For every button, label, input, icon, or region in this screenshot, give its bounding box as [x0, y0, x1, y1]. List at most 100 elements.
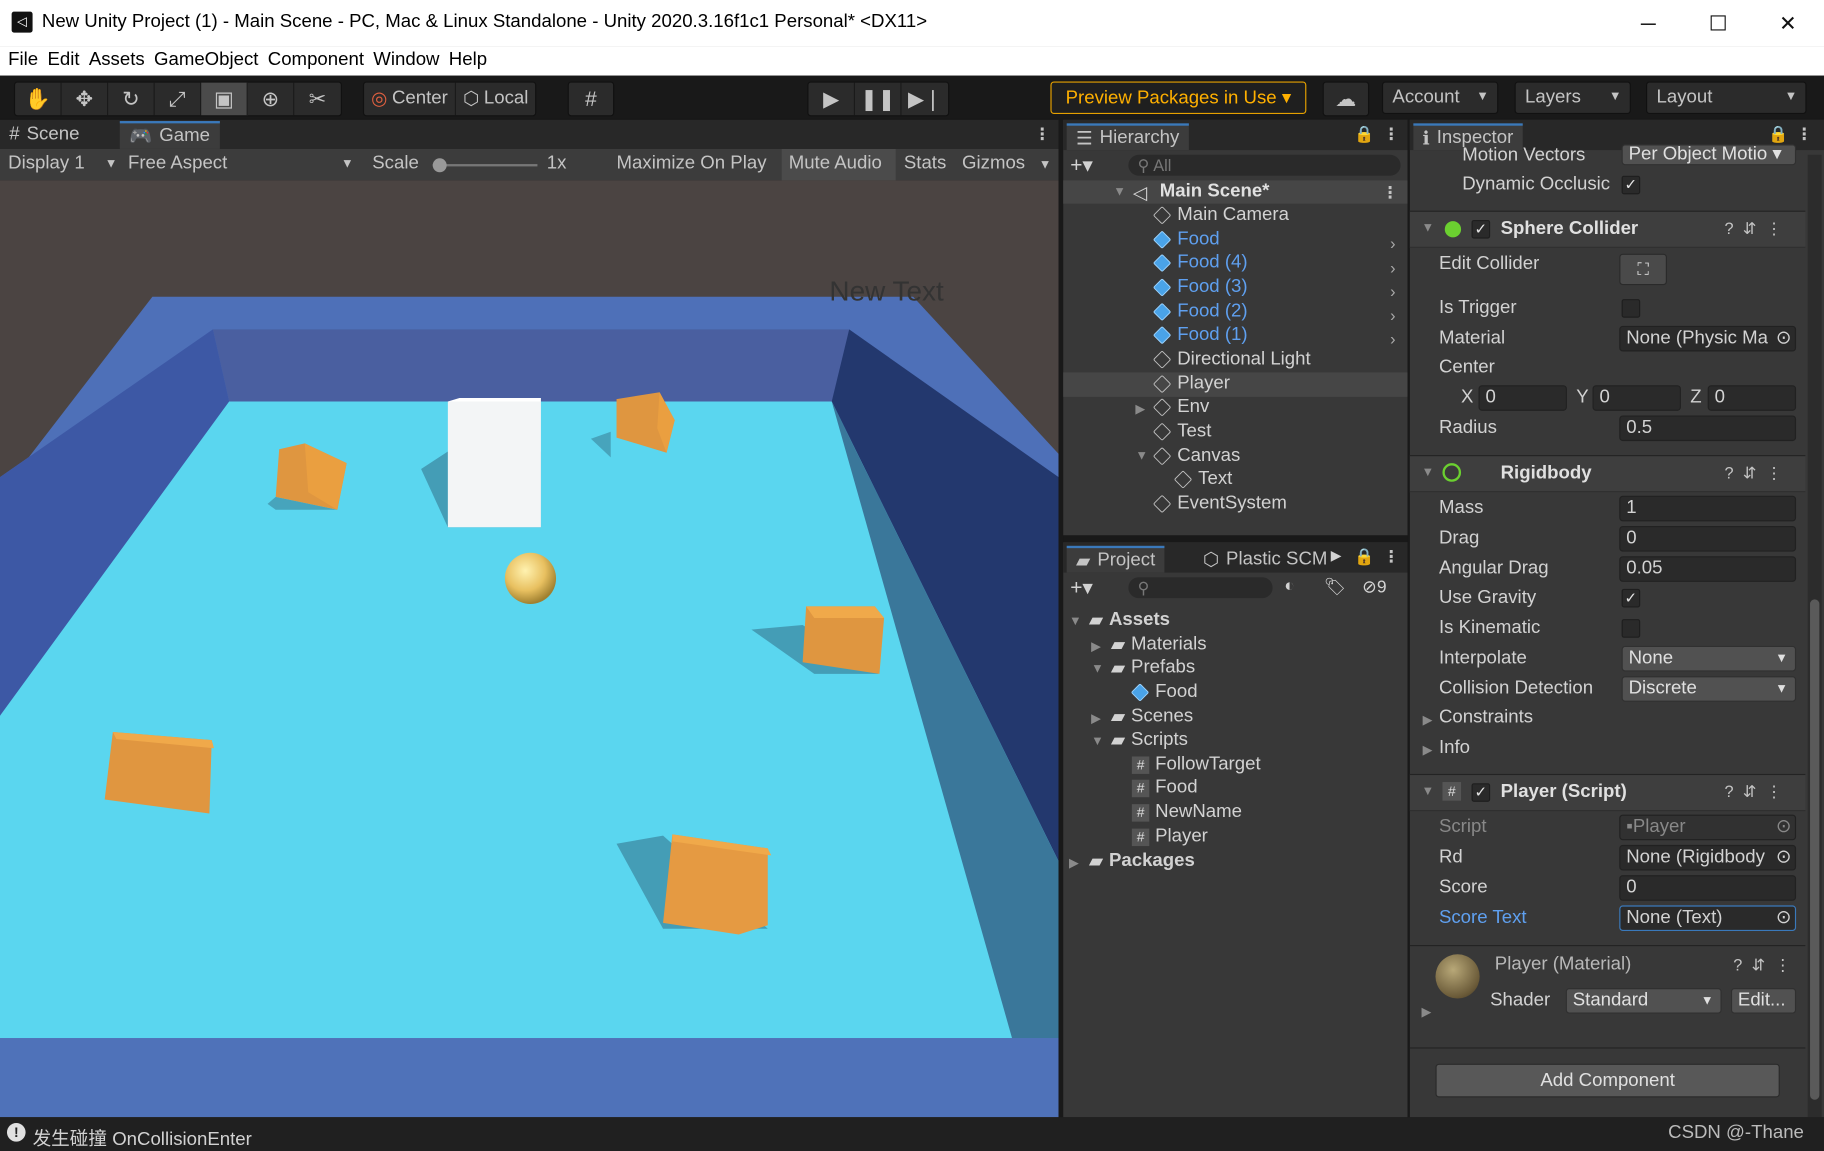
shader-dropdown[interactable]: Standard ▼ — [1565, 988, 1722, 1014]
stats-toggle[interactable]: Stats — [904, 154, 946, 175]
custom-tool-icon[interactable]: ✂ — [294, 83, 341, 116]
expand-icon[interactable]: ▼ — [1113, 185, 1126, 199]
constraints-foldout[interactable]: Constraints — [1439, 708, 1533, 729]
tab-game[interactable]: 🎮 Game — [119, 121, 220, 149]
scale-slider-track[interactable] — [432, 164, 538, 167]
rotate-tool-icon[interactable]: ↻ — [108, 82, 155, 116]
score-field[interactable]: 0 — [1619, 875, 1797, 901]
lock-icon[interactable]: 🔒 — [1354, 547, 1374, 567]
fold-icon[interactable]: ▼ — [1422, 466, 1435, 480]
scale-tool-icon[interactable]: ⤢ — [155, 82, 202, 116]
chevron-down-icon[interactable]: ▼ — [1039, 158, 1052, 172]
expand-icon[interactable]: ▼ — [1069, 614, 1082, 628]
motion-vectors-dropdown[interactable]: Per Object Motio ▾ — [1621, 144, 1797, 166]
kebab-menu-icon[interactable]: ⋮ — [1383, 547, 1399, 567]
layout-dropdown[interactable]: Layout ▼ — [1646, 81, 1807, 115]
hierarchy-search-input[interactable]: ⚲ All — [1128, 154, 1401, 176]
tab-project[interactable]: ▰ Project — [1066, 545, 1165, 573]
project-folder[interactable]: ▰ Assets — [1089, 609, 1170, 632]
object-picker-icon[interactable]: ⊙ — [1776, 846, 1792, 869]
use-gravity-checkbox[interactable]: ✓ — [1621, 588, 1641, 608]
layers-dropdown[interactable]: Layers ▼ — [1514, 81, 1631, 115]
chevron-right-icon[interactable]: ▶ — [1331, 547, 1342, 563]
expand-icon[interactable]: ▶ — [1091, 639, 1101, 654]
hierarchy-item-selected[interactable]: Player — [1152, 372, 1230, 395]
material-header-icons[interactable]: ?⇵⋮ — [1733, 955, 1800, 975]
player-script-header[interactable]: ▼ # ✓ Player (Script) ?⇵⋮ — [1409, 773, 1806, 812]
scene-row[interactable]: ▼ ◁ Main Scene* ⋮ — [1063, 180, 1408, 204]
project-asset[interactable]: # FollowTarget — [1131, 753, 1261, 776]
hierarchy-item[interactable]: Food — [1152, 228, 1220, 251]
maximize-button[interactable]: ☐ — [1683, 0, 1753, 47]
prefab-open-arrows[interactable]: › › › › › — [1390, 232, 1395, 352]
expand-icon[interactable]: ▶ — [1091, 711, 1101, 726]
tab-scene[interactable]: # Scene — [0, 121, 89, 149]
kebab-menu-icon[interactable]: ⋮ — [1796, 125, 1812, 145]
kebab-menu-icon[interactable]: ⋮ — [1382, 183, 1398, 203]
hierarchy-item[interactable]: Food (3) — [1152, 276, 1248, 299]
hierarchy-item[interactable]: Main Camera — [1152, 204, 1289, 227]
label-tag-icon[interactable]: 🏷 — [1324, 576, 1346, 597]
rigidbody-header[interactable]: ▼ Rigidbody ?⇵⋮ — [1409, 455, 1806, 493]
enable-checkbox[interactable]: ✓ — [1471, 783, 1491, 802]
play-button[interactable]: ▶ — [808, 82, 855, 116]
hidden-packages-icon[interactable]: ⊘9 — [1362, 576, 1386, 597]
component-header-icons[interactable]: ?⇵⋮ — [1725, 782, 1792, 802]
is-trigger-checkbox[interactable] — [1621, 299, 1641, 318]
hierarchy-item[interactable]: Food (1) — [1152, 324, 1248, 347]
grid-snap-button[interactable]: # — [567, 81, 615, 117]
project-folder[interactable]: ▰ Prefabs — [1111, 656, 1195, 679]
info-foldout[interactable]: Info — [1439, 738, 1470, 759]
center-y-field[interactable]: 0 — [1592, 385, 1681, 411]
dynamic-occlusion-checkbox[interactable]: ✓ — [1621, 175, 1641, 195]
material-object-field[interactable]: None (Physic Ma ⊙ — [1619, 325, 1797, 352]
menu-edit[interactable]: Edit — [47, 47, 79, 75]
sphere-collider-header[interactable]: ▼ ✓ Sphere Collider ?⇵⋮ — [1409, 210, 1806, 248]
pause-button[interactable]: ❚❚ — [855, 82, 902, 116]
hierarchy-item[interactable]: Canvas — [1152, 445, 1240, 468]
scrollbar-thumb[interactable] — [1810, 599, 1820, 1100]
edit-collider-button[interactable]: ⛶ — [1619, 253, 1667, 286]
hierarchy-item[interactable]: Directional Light — [1152, 348, 1311, 371]
hierarchy-item[interactable]: Test — [1152, 420, 1211, 443]
status-message[interactable]: 发生碰撞 OnCollisionEnter — [33, 1123, 252, 1151]
mass-field[interactable]: 1 — [1619, 495, 1797, 522]
project-search-input[interactable]: ⚲ — [1128, 577, 1273, 599]
hierarchy-item[interactable]: Food (4) — [1152, 251, 1248, 274]
expand-icon[interactable]: ▼ — [1091, 662, 1104, 676]
scale-slider-handle[interactable] — [432, 158, 447, 173]
menu-assets[interactable]: Assets — [89, 47, 145, 75]
rect-tool-icon[interactable]: ▣ — [201, 82, 248, 116]
project-asset[interactable]: Food — [1130, 681, 1198, 704]
hierarchy-item[interactable]: Text — [1173, 468, 1232, 491]
component-header-icons[interactable]: ?⇵⋮ — [1725, 463, 1792, 483]
component-header-icons[interactable]: ?⇵⋮ — [1725, 219, 1792, 239]
pivot-center-button[interactable]: ◎ Center — [364, 82, 456, 116]
expand-icon[interactable]: ▶ — [1135, 402, 1145, 417]
collision-detection-dropdown[interactable]: Discrete ▼ — [1621, 676, 1797, 702]
rd-object-field[interactable]: None (Rigidbody ⊙ — [1619, 844, 1797, 871]
mute-audio-toggle[interactable]: Mute Audio — [789, 154, 882, 175]
game-viewport[interactable]: New Text — [0, 180, 1059, 1118]
score-text-object-field[interactable]: None (Text) ⊙ — [1619, 905, 1797, 932]
add-component-button[interactable]: Add Component — [1435, 1063, 1780, 1098]
account-dropdown[interactable]: Account ▼ — [1381, 81, 1499, 115]
pivot-local-button[interactable]: ⬡ Local — [456, 83, 535, 116]
project-folder[interactable]: ▰ Scripts — [1111, 729, 1188, 752]
tab-hierarchy[interactable]: ☰ Hierarchy — [1066, 123, 1189, 151]
shader-edit-button[interactable]: Edit... — [1730, 988, 1797, 1014]
project-asset[interactable]: # Player — [1131, 825, 1208, 848]
menu-gameobject[interactable]: GameObject — [154, 47, 258, 75]
kebab-menu-icon[interactable]: ⋮ — [1383, 125, 1399, 145]
expand-icon[interactable]: ▼ — [1091, 734, 1104, 748]
project-folder[interactable]: ▰ Materials — [1111, 633, 1207, 656]
interpolate-dropdown[interactable]: None ▼ — [1621, 645, 1797, 672]
preview-packages-button[interactable]: Preview Packages in Use ▾ — [1050, 81, 1307, 115]
gizmos-toggle[interactable]: Gizmos — [962, 154, 1025, 175]
project-asset[interactable]: # NewName — [1131, 801, 1242, 824]
drag-field[interactable]: 0 — [1619, 526, 1797, 552]
expand-icon[interactable]: ▶ — [1069, 855, 1079, 871]
hierarchy-item[interactable]: EventSystem — [1152, 492, 1287, 515]
project-folder[interactable]: ▰ Scenes — [1111, 705, 1193, 728]
menu-window[interactable]: Window — [373, 47, 439, 75]
